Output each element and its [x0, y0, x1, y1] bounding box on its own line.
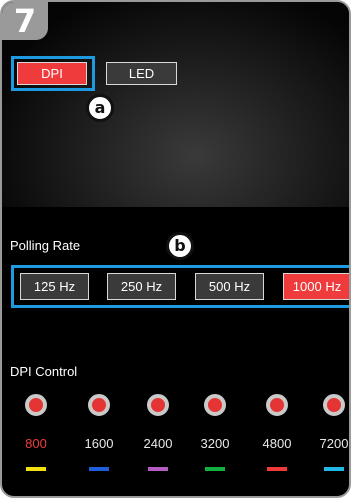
preview-area	[2, 2, 349, 207]
dpi-color-swatch-800	[26, 467, 46, 471]
step-number-badge: 7	[2, 2, 48, 40]
dpi-control-title: DPI Control	[10, 364, 78, 379]
dpi-level-dot-800[interactable]	[25, 394, 47, 416]
polling-option-1000[interactable]: 1000 Hz	[283, 273, 349, 300]
dpi-color-swatch-3200	[205, 467, 225, 471]
callout-b-badge: b	[166, 232, 194, 260]
dpi-color-swatch-2400	[148, 467, 168, 471]
dpi-level-dot-7200[interactable]	[323, 394, 345, 416]
dpi-level-label-2400: 2400	[143, 436, 173, 451]
tab-led[interactable]: LED	[106, 62, 177, 85]
dpi-color-swatch-1600	[89, 467, 109, 471]
polling-option-125[interactable]: 125 Hz	[20, 273, 89, 300]
tab-dpi[interactable]: DPI	[17, 62, 87, 85]
dpi-level-label-800: 800	[25, 436, 47, 451]
dpi-color-swatch-4800	[267, 467, 287, 471]
dpi-level-dot-4800[interactable]	[266, 394, 288, 416]
dpi-color-swatch-7200	[324, 467, 344, 471]
polling-rate-title: Polling Rate	[10, 238, 81, 253]
dpi-level-dot-3200[interactable]	[204, 394, 226, 416]
dpi-level-label-4800: 4800	[262, 436, 292, 451]
dpi-level-label-7200: 7200	[319, 436, 349, 451]
polling-option-250[interactable]: 250 Hz	[107, 273, 176, 300]
polling-option-500[interactable]: 500 Hz	[195, 273, 264, 300]
app-panel: 7 DPI LED a Polling Rate b 125 Hz 250 Hz…	[0, 0, 351, 498]
callout-a-badge: a	[86, 94, 114, 122]
dpi-level-dot-1600[interactable]	[88, 394, 110, 416]
dpi-level-label-3200: 3200	[200, 436, 230, 451]
dpi-level-dot-2400[interactable]	[147, 394, 169, 416]
dpi-level-label-1600: 1600	[84, 436, 114, 451]
